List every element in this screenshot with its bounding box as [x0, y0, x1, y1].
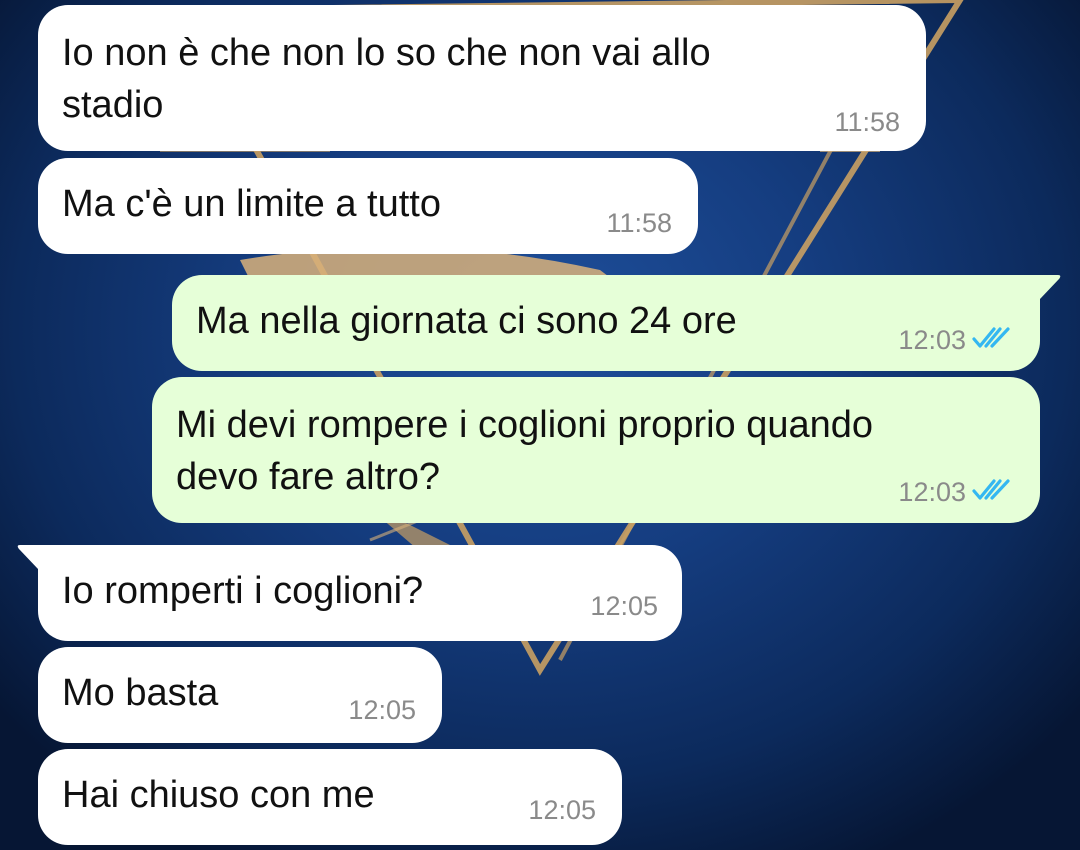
message-bubble-incoming[interactable]: Mo basta 12:05 [38, 647, 442, 743]
message-timestamp: 12:03 [898, 477, 966, 507]
message-bubble-incoming[interactable]: Io romperti i coglioni? 12:05 [38, 545, 682, 641]
message-bubble-incoming[interactable]: Io non è che non lo so che non vai allo … [38, 5, 926, 151]
message-text: Ma nella giornata ci sono 24 ore [196, 300, 737, 342]
message-text: Ma c'è un limite a tutto [62, 183, 441, 225]
message-text: Io romperti i coglioni? [62, 570, 424, 612]
message-timestamp: 12:05 [590, 591, 658, 621]
message-timestamp: 11:58 [834, 107, 900, 137]
message-timestamp: 11:58 [606, 208, 672, 238]
read-receipt-icon [972, 479, 1010, 500]
message-text: Io non è che non lo so che non vai allo … [62, 32, 711, 126]
message-text: Mi devi rompere i coglioni proprio quand… [176, 404, 874, 498]
message-text: Hai chiuso con me [62, 774, 375, 816]
message-timestamp: 12:03 [898, 325, 966, 355]
message-bubble-outgoing[interactable]: Ma nella giornata ci sono 24 ore 12:03 [172, 275, 1040, 371]
bubble-tail-incoming [17, 545, 42, 569]
read-receipt-icon [972, 327, 1010, 348]
bubble-tail-outgoing [1036, 275, 1061, 299]
message-text: Mo basta [62, 672, 219, 714]
message-bubble-incoming[interactable]: Ma c'è un limite a tutto 11:58 [38, 158, 698, 254]
message-timestamp: 12:05 [348, 695, 416, 725]
message-bubble-incoming[interactable]: Hai chiuso con me 12:05 [38, 749, 622, 845]
message-bubble-outgoing[interactable]: Mi devi rompere i coglioni proprio quand… [152, 377, 1040, 523]
message-timestamp: 12:05 [528, 795, 596, 825]
